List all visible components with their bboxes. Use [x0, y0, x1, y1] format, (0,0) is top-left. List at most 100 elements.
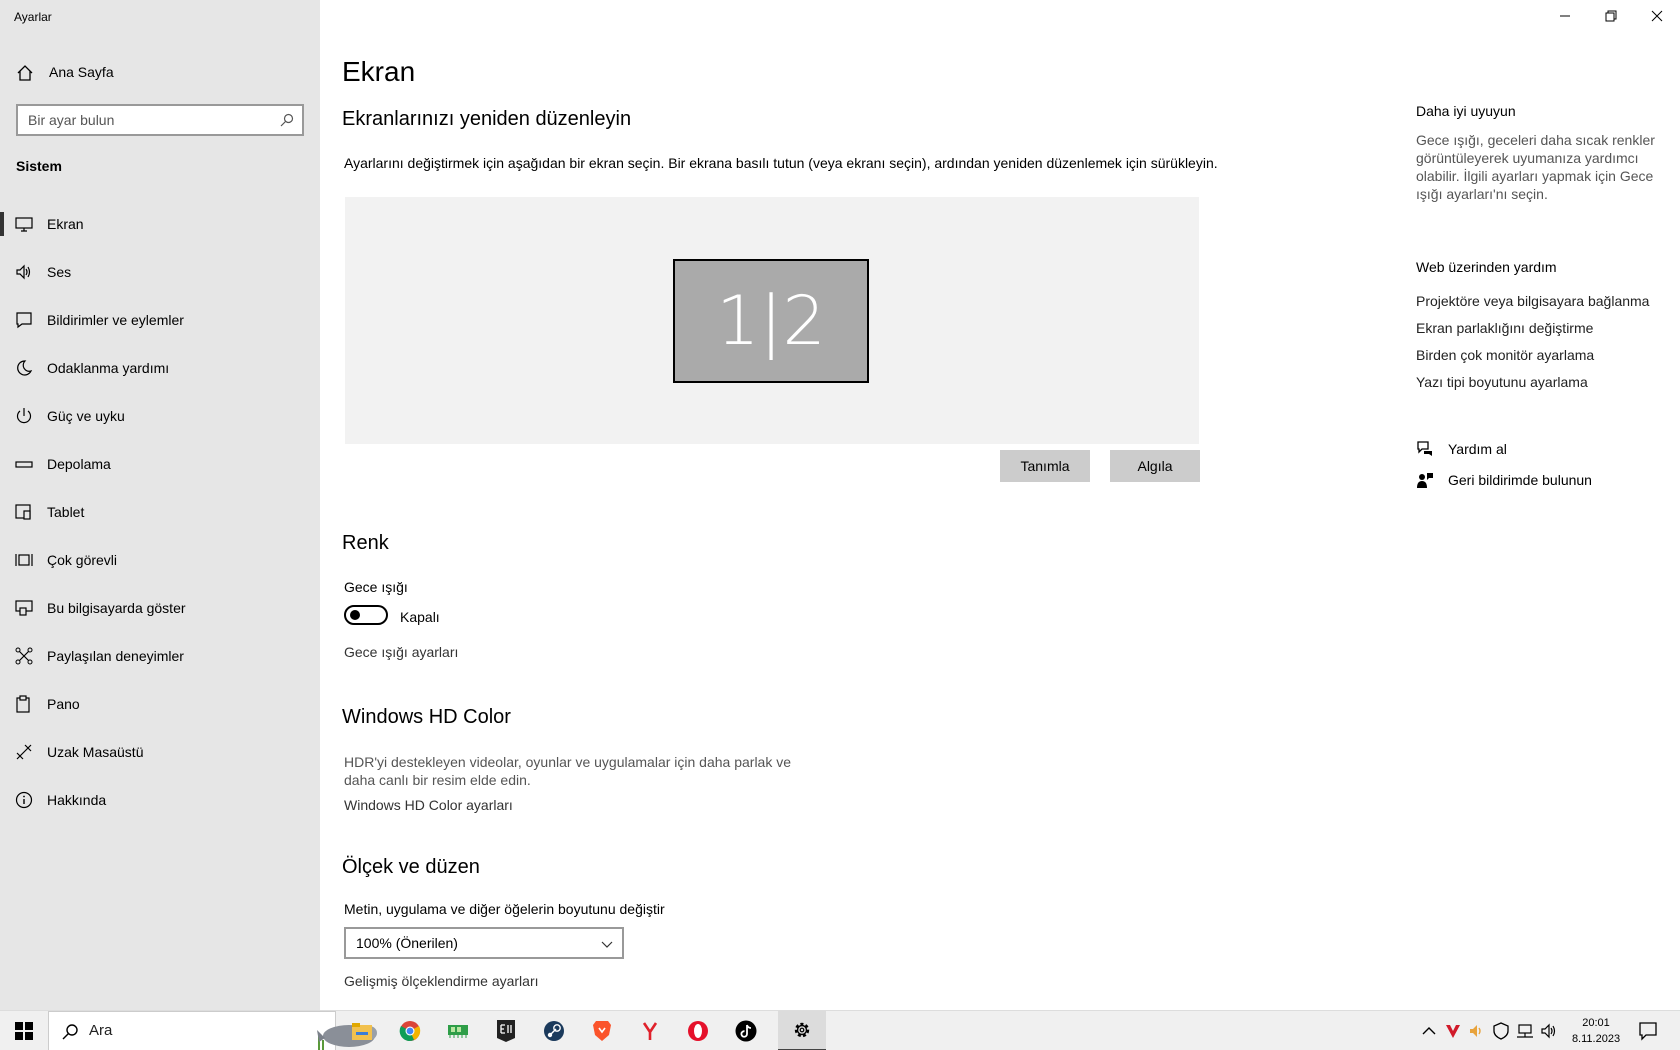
sidebar-item-label: Çok görevli — [47, 552, 118, 568]
chevron-up-icon[interactable] — [1420, 1022, 1438, 1040]
scale-value: 100% (Önerilen) — [356, 935, 458, 951]
settings-search-input[interactable] — [18, 106, 268, 134]
toggle-state: Kapalı — [400, 609, 440, 625]
notification-icon — [16, 312, 32, 329]
sidebar-item-label: Pano — [47, 696, 80, 712]
sidebar-item-pano[interactable]: Pano — [0, 680, 320, 728]
search-icon[interactable] — [280, 113, 294, 127]
help-link[interactable]: Ekran parlaklığını değiştirme — [1416, 320, 1593, 336]
taskbar-app-brave[interactable] — [578, 1011, 626, 1050]
hdr-settings-link[interactable]: Windows HD Color ayarları — [344, 797, 513, 813]
size-label: Metin, uygulama ve diğer öğelerin boyutu… — [344, 901, 665, 917]
sidebar-item-label: Güç ve uyku — [47, 408, 125, 424]
clock-date: 8.11.2023 — [1571, 1033, 1621, 1045]
brave-icon — [593, 1021, 611, 1041]
network-icon[interactable] — [1516, 1022, 1534, 1040]
sidebar-item-label: Depolama — [47, 456, 111, 472]
speaker-icon — [16, 264, 31, 280]
help-chat-icon — [1417, 441, 1432, 456]
sidebar-item-uzak-masaustu[interactable]: Uzak Masaüstü — [0, 728, 320, 776]
sidebar-item-ekran[interactable]: Ekran — [0, 200, 320, 248]
opera-icon — [688, 1021, 708, 1041]
monitor-tile[interactable]: 1|2 — [673, 259, 869, 383]
related-pane: Daha iyi uyuyun Gece ışığı, geceleri dah… — [1416, 0, 1680, 1010]
sidebar: Ayarlar Ana Sayfa Sistem Ekran Ses Bildi… — [0, 0, 320, 1010]
chevron-down-icon — [601, 941, 613, 948]
clock-time: 20:01 — [1582, 1017, 1610, 1029]
steam-icon — [544, 1021, 564, 1041]
project-icon — [15, 600, 33, 616]
antivirus-icon[interactable] — [1444, 1022, 1462, 1040]
scale-heading: Ölçek ve düzen — [342, 856, 480, 878]
sidebar-item-depolama[interactable]: Depolama — [0, 440, 320, 488]
taskbar-app-settings[interactable] — [778, 1011, 826, 1050]
taskbar-app-opera[interactable] — [674, 1011, 722, 1050]
remote-icon — [16, 744, 32, 760]
power-icon — [16, 408, 32, 424]
security-icon[interactable] — [1492, 1022, 1510, 1040]
help-link[interactable]: Projektöre veya bilgisayara bağlanma — [1416, 293, 1649, 309]
night-light-toggle[interactable] — [344, 605, 388, 625]
speaker-icon[interactable] — [1540, 1022, 1558, 1040]
web-help-heading: Web üzerinden yardım — [1416, 259, 1557, 275]
help-link[interactable]: Birden çok monitör ayarlama — [1416, 347, 1594, 363]
main-content: Ekran Ekranlarınızı yeniden düzenleyin A… — [320, 0, 1320, 1010]
taskbar-clock[interactable]: 20:01 8.11.2023 — [1568, 1015, 1624, 1047]
taskbar-app-epic-games[interactable] — [482, 1011, 530, 1050]
feedback-label: Geri bildirimde bulunun — [1448, 472, 1592, 488]
sidebar-item-tablet[interactable]: Tablet — [0, 488, 320, 536]
sidebar-item-label: Ses — [47, 264, 72, 280]
start-button[interactable] — [0, 1011, 48, 1050]
sidebar-item-label: Hakkında — [47, 792, 107, 808]
sidebar-item-label: Tablet — [47, 504, 85, 520]
home-button[interactable]: Ana Sayfa — [0, 58, 320, 88]
taskbar-search[interactable]: Ara — [48, 1011, 377, 1050]
yandex-icon — [642, 1022, 658, 1040]
advanced-scaling-link[interactable]: Gelişmiş ölçeklendirme ayarları — [344, 973, 539, 989]
hdr-description-1: HDR'yi destekleyen videolar, oyunlar ve … — [344, 754, 792, 770]
sidebar-item-bildirimler[interactable]: Bildirimler ve eylemler — [0, 296, 320, 344]
volume-icon[interactable] — [1468, 1022, 1486, 1040]
sidebar-item-hakkinda[interactable]: Hakkında — [0, 776, 320, 824]
sidebar-item-label: Bu bilgisayarda göster — [47, 600, 186, 616]
arrange-description: Ayarlarını değiştirmek için aşağıdan bir… — [344, 155, 1218, 171]
taskbar-app-chrome[interactable] — [386, 1011, 434, 1050]
sidebar-item-label: Odaklanma yardımı — [47, 360, 170, 376]
taskbar-search-text: Ara — [89, 1022, 113, 1039]
night-light-settings-link[interactable]: Gece ışığı ayarları — [344, 644, 458, 660]
settings-search[interactable] — [16, 104, 304, 136]
sidebar-item-label: Uzak Masaüstü — [47, 744, 144, 760]
sidebar-item-cok-gorevli[interactable]: Çok görevli — [0, 536, 320, 584]
windows-logo-icon — [15, 1022, 33, 1040]
color-heading: Renk — [342, 532, 389, 554]
taskbar-app-yandex[interactable] — [626, 1011, 674, 1050]
home-label: Ana Sayfa — [49, 64, 114, 80]
sidebar-nav: Ekran Ses Bildirimler ve eylemler Odakla… — [0, 200, 320, 824]
sleep-heading: Daha iyi uyuyun — [1416, 103, 1516, 119]
storage-icon — [15, 461, 33, 468]
taskbar-app-memory[interactable] — [434, 1011, 482, 1050]
settings-icon — [794, 1022, 810, 1038]
sidebar-item-bu-bilgisayarda[interactable]: Bu bilgisayarda göster — [0, 584, 320, 632]
multitask-icon — [15, 554, 33, 566]
sidebar-item-odaklanma[interactable]: Odaklanma yardımı — [0, 344, 320, 392]
sidebar-item-guc[interactable]: Güç ve uyku — [0, 392, 320, 440]
chrome-icon — [399, 1021, 421, 1041]
home-icon — [17, 65, 33, 81]
taskbar-app-steam[interactable] — [530, 1011, 578, 1050]
action-center-icon[interactable] — [1638, 1021, 1658, 1041]
scale-select[interactable]: 100% (Önerilen) — [344, 927, 624, 959]
tiktok-icon — [735, 1020, 757, 1042]
file-explorer-icon — [352, 1023, 372, 1040]
display-arrangement[interactable]: 1|2 — [345, 197, 1199, 444]
detect-button[interactable]: Algıla — [1110, 450, 1200, 482]
clipboard-icon — [16, 695, 30, 713]
taskbar-app-tiktok[interactable] — [722, 1011, 770, 1050]
sleep-text: Gece ışığı, geceleri daha sıcak renkler … — [1416, 132, 1655, 202]
help-link[interactable]: Yazı tipi boyutunu ayarlama — [1416, 374, 1588, 390]
sidebar-item-paylasilan[interactable]: Paylaşılan deneyimler — [0, 632, 320, 680]
identify-button[interactable]: Tanımla — [1000, 450, 1090, 482]
taskbar-app-file-explorer[interactable] — [338, 1011, 386, 1050]
search-icon — [62, 1024, 78, 1040]
sidebar-item-ses[interactable]: Ses — [0, 248, 320, 296]
